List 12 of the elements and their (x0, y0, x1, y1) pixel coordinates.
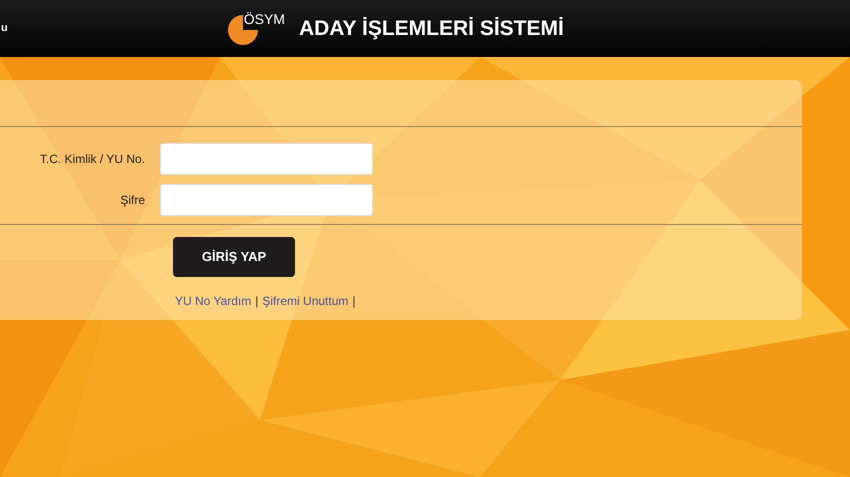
input-field[interactable] (160, 184, 373, 216)
login-button[interactable]: GİRİŞ YAP (173, 237, 295, 277)
input-field[interactable] (160, 143, 373, 175)
link-separator: | (352, 293, 356, 310)
link[interactable]: Şifremi Unuttum (262, 292, 348, 310)
logo-text: ÖSYM (244, 10, 285, 29)
header-text: u (1, 21, 8, 36)
field-label: Şifre (119, 192, 146, 209)
field-label: T.C. Kimlik / YU No. (38, 151, 146, 168)
window-title: ADAY İŞLEMLERİ SİSTEMİ (298, 16, 564, 42)
link[interactable]: YU No Yardım (175, 292, 252, 310)
link-separator: | (255, 293, 258, 310)
